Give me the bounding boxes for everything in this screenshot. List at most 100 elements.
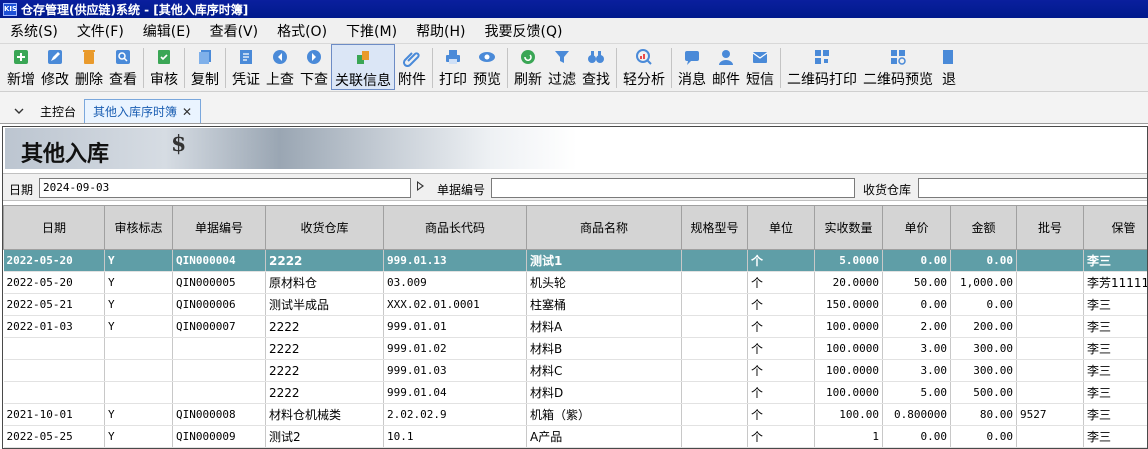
cell-code: 999.01.02 bbox=[383, 337, 527, 360]
toolbar-button-trash[interactable]: 删除 bbox=[72, 44, 106, 90]
menu-item-5[interactable]: 下推(M) bbox=[336, 21, 406, 41]
toolbar-button-label: 关联信息 bbox=[335, 73, 391, 89]
table-row[interactable]: 2022-05-21 Y QIN000006 测试半成品 XXX.02.01.0001 柱… bbox=[3, 293, 1147, 316]
table-row[interactable]: 2022-01-03 Y QIN000007 2222 999.01.01 材料A 个 100… bbox=[3, 315, 1147, 338]
column-header[interactable]: 规格型号 bbox=[681, 205, 748, 250]
table-row[interactable]: 2222 999.01.04 材料D 个 100.0000 5.00 500.00 李三 bbox=[3, 381, 1147, 404]
column-header[interactable]: 实收数量 bbox=[814, 205, 883, 250]
cell-unit: 个 bbox=[747, 271, 815, 294]
play-icon[interactable] bbox=[417, 181, 424, 191]
column-header[interactable]: 审核标志 bbox=[104, 205, 173, 250]
cell-amount: 300.00 bbox=[950, 337, 1017, 360]
cell-keeper: 李三 bbox=[1083, 249, 1147, 272]
warehouse-field[interactable] bbox=[918, 178, 1147, 198]
toolbar-button-link[interactable]: 关联信息 bbox=[331, 44, 395, 90]
menu-item-1[interactable]: 文件(F) bbox=[67, 21, 133, 41]
inbound-table: 日期 审核标志 单据编号 收货仓库 商品长代码 商品名称 规格型号 单位 实收数量 单价 金额 批号保… bbox=[3, 205, 1147, 448]
cell-batch bbox=[1016, 337, 1084, 360]
bill-number-label: 单据编号 bbox=[437, 183, 486, 197]
table-row[interactable]: 2022-05-25 Y QIN000009 测试2 10.1 A产品个 1 0.00 0.00… bbox=[3, 425, 1147, 448]
toolbar-button-sms[interactable]: 短信 bbox=[743, 44, 777, 90]
cell-keeper: 李三 bbox=[1083, 337, 1147, 360]
toolbar-button-qrcode-preview[interactable]: 二维码预览 bbox=[860, 44, 936, 90]
dollar-icon: $ bbox=[171, 131, 187, 157]
toolbar-button-edit[interactable]: 修改 bbox=[38, 44, 72, 90]
toolbar-button-voucher[interactable]: 凭证 bbox=[229, 44, 263, 90]
cell-amount: 200.00 bbox=[950, 315, 1017, 338]
date-field[interactable]: 2024-09-03 bbox=[39, 178, 411, 198]
preview-icon bbox=[477, 47, 497, 67]
menu-item-6[interactable]: 帮助(H) bbox=[406, 21, 474, 41]
toolbar-button-mail[interactable]: 邮件 bbox=[709, 44, 743, 90]
column-header[interactable]: 批号 bbox=[1016, 205, 1084, 250]
table-row[interactable]: 2022-05-20 Y QIN000005 原材料仓 03.009 机头轮 个 20.000… bbox=[3, 271, 1147, 294]
toolbar-button-message[interactable]: 消息 bbox=[675, 44, 709, 90]
copy-icon bbox=[195, 47, 215, 67]
toolbar-button-binoculars[interactable]: 查找 bbox=[579, 44, 613, 90]
cell-amount: 0.00 bbox=[950, 293, 1017, 316]
cell-wh: 测试半成品 bbox=[265, 293, 384, 316]
cell-flag bbox=[104, 337, 173, 360]
toolbar-button-paperclip[interactable]: 附件 bbox=[395, 44, 429, 90]
toolbar-button-exit[interactable]: 退 bbox=[936, 44, 962, 90]
menu-item-2[interactable]: 编辑(E) bbox=[133, 21, 200, 41]
table-row[interactable]: 2222 999.01.02 材料B 个 100.0000 3.00 300.00 李三 bbox=[3, 337, 1147, 360]
menu-item-3[interactable]: 查看(V) bbox=[200, 21, 268, 41]
tab-close-icon[interactable]: ✕ bbox=[182, 105, 192, 119]
toolbar-button-view[interactable]: 查看 bbox=[106, 44, 140, 90]
exit-icon bbox=[939, 47, 959, 67]
column-header[interactable]: 收货仓库 bbox=[265, 205, 384, 250]
column-header[interactable]: 金额 bbox=[950, 205, 1017, 250]
column-header[interactable]: 商品长代码 bbox=[383, 205, 527, 250]
qrcode-preview-icon bbox=[888, 47, 908, 67]
toolbar-button-check[interactable]: 审核 bbox=[147, 44, 181, 90]
cell-qty: 100.0000 bbox=[814, 359, 883, 382]
menu-item-0[interactable]: 系统(S) bbox=[0, 21, 67, 41]
cell-name: 柱塞桶 bbox=[526, 293, 682, 316]
column-header[interactable]: 单据编号 bbox=[172, 205, 266, 250]
table-row[interactable]: 2022-05-20 Y QIN000004 2222 999.01.13 测试1 个 5.0… bbox=[3, 249, 1147, 272]
column-header[interactable]: 单位 bbox=[747, 205, 815, 250]
table-row[interactable]: 2021-10-01 Y QIN000008 材料仓机械类 2.02.02.9 机箱（紫）… bbox=[3, 403, 1147, 426]
toolbar-button-filter[interactable]: 过滤 bbox=[545, 44, 579, 90]
toolbar-button-next[interactable]: 下查 bbox=[297, 44, 331, 90]
toolbar-separator bbox=[225, 48, 226, 88]
app-logo-icon: KIS bbox=[3, 2, 17, 16]
tab-main-console[interactable]: 主控台 bbox=[32, 99, 84, 123]
toolbar-button-prev[interactable]: 上查 bbox=[263, 44, 297, 90]
cell-batch bbox=[1016, 271, 1084, 294]
binoculars-icon bbox=[586, 47, 606, 67]
toolbar-button-plus[interactable]: 新增 bbox=[4, 44, 38, 90]
qrcode-icon bbox=[812, 47, 832, 67]
toolbar-button-refresh[interactable]: 刷新 bbox=[511, 44, 545, 90]
bill-number-field[interactable] bbox=[491, 178, 855, 198]
column-header[interactable]: 单价 bbox=[882, 205, 951, 250]
cell-code: 999.01.04 bbox=[383, 381, 527, 404]
toolbar-button-copy[interactable]: 复制 bbox=[188, 44, 222, 90]
cell-name: 材料D bbox=[526, 381, 682, 404]
menu-item-7[interactable]: 我要反馈(Q) bbox=[475, 21, 572, 41]
menu-item-4[interactable]: 格式(O) bbox=[267, 21, 336, 41]
toolbar-button-printer[interactable]: 打印 bbox=[436, 44, 470, 90]
toolbar-button-qrcode[interactable]: 二维码打印 bbox=[784, 44, 860, 90]
paperclip-icon bbox=[402, 47, 422, 67]
cell-spec bbox=[681, 381, 748, 404]
cell-batch bbox=[1016, 381, 1084, 404]
toolbar-button-analysis[interactable]: 轻分析 bbox=[620, 44, 668, 90]
toolbar-button-label: 审核 bbox=[150, 72, 178, 88]
toolbar-button-label: 打印 bbox=[439, 72, 467, 88]
link-icon bbox=[353, 48, 373, 68]
cell-price: 3.00 bbox=[882, 337, 951, 360]
toolbar-button-preview[interactable]: 预览 bbox=[470, 44, 504, 90]
tab-list-chevron-icon[interactable] bbox=[6, 99, 32, 123]
message-icon bbox=[682, 47, 702, 67]
column-header[interactable]: 商品名称 bbox=[526, 205, 682, 250]
table-row[interactable]: 2222 999.01.03 材料C 个 100.0000 3.00 300.00 李三 bbox=[3, 359, 1147, 382]
tab-other-inbound-list[interactable]: 其他入库序时簿 ✕ bbox=[84, 99, 202, 123]
column-header[interactable]: 保管 bbox=[1083, 205, 1147, 250]
printer-icon bbox=[443, 47, 463, 67]
cell-qty: 100.00 bbox=[814, 403, 883, 426]
column-header[interactable]: 日期 bbox=[3, 205, 105, 250]
cell-bill: QIN000004 bbox=[172, 249, 266, 272]
window-title: 仓存管理(供应链)系统 - [其他入库序时簿] bbox=[21, 2, 249, 17]
